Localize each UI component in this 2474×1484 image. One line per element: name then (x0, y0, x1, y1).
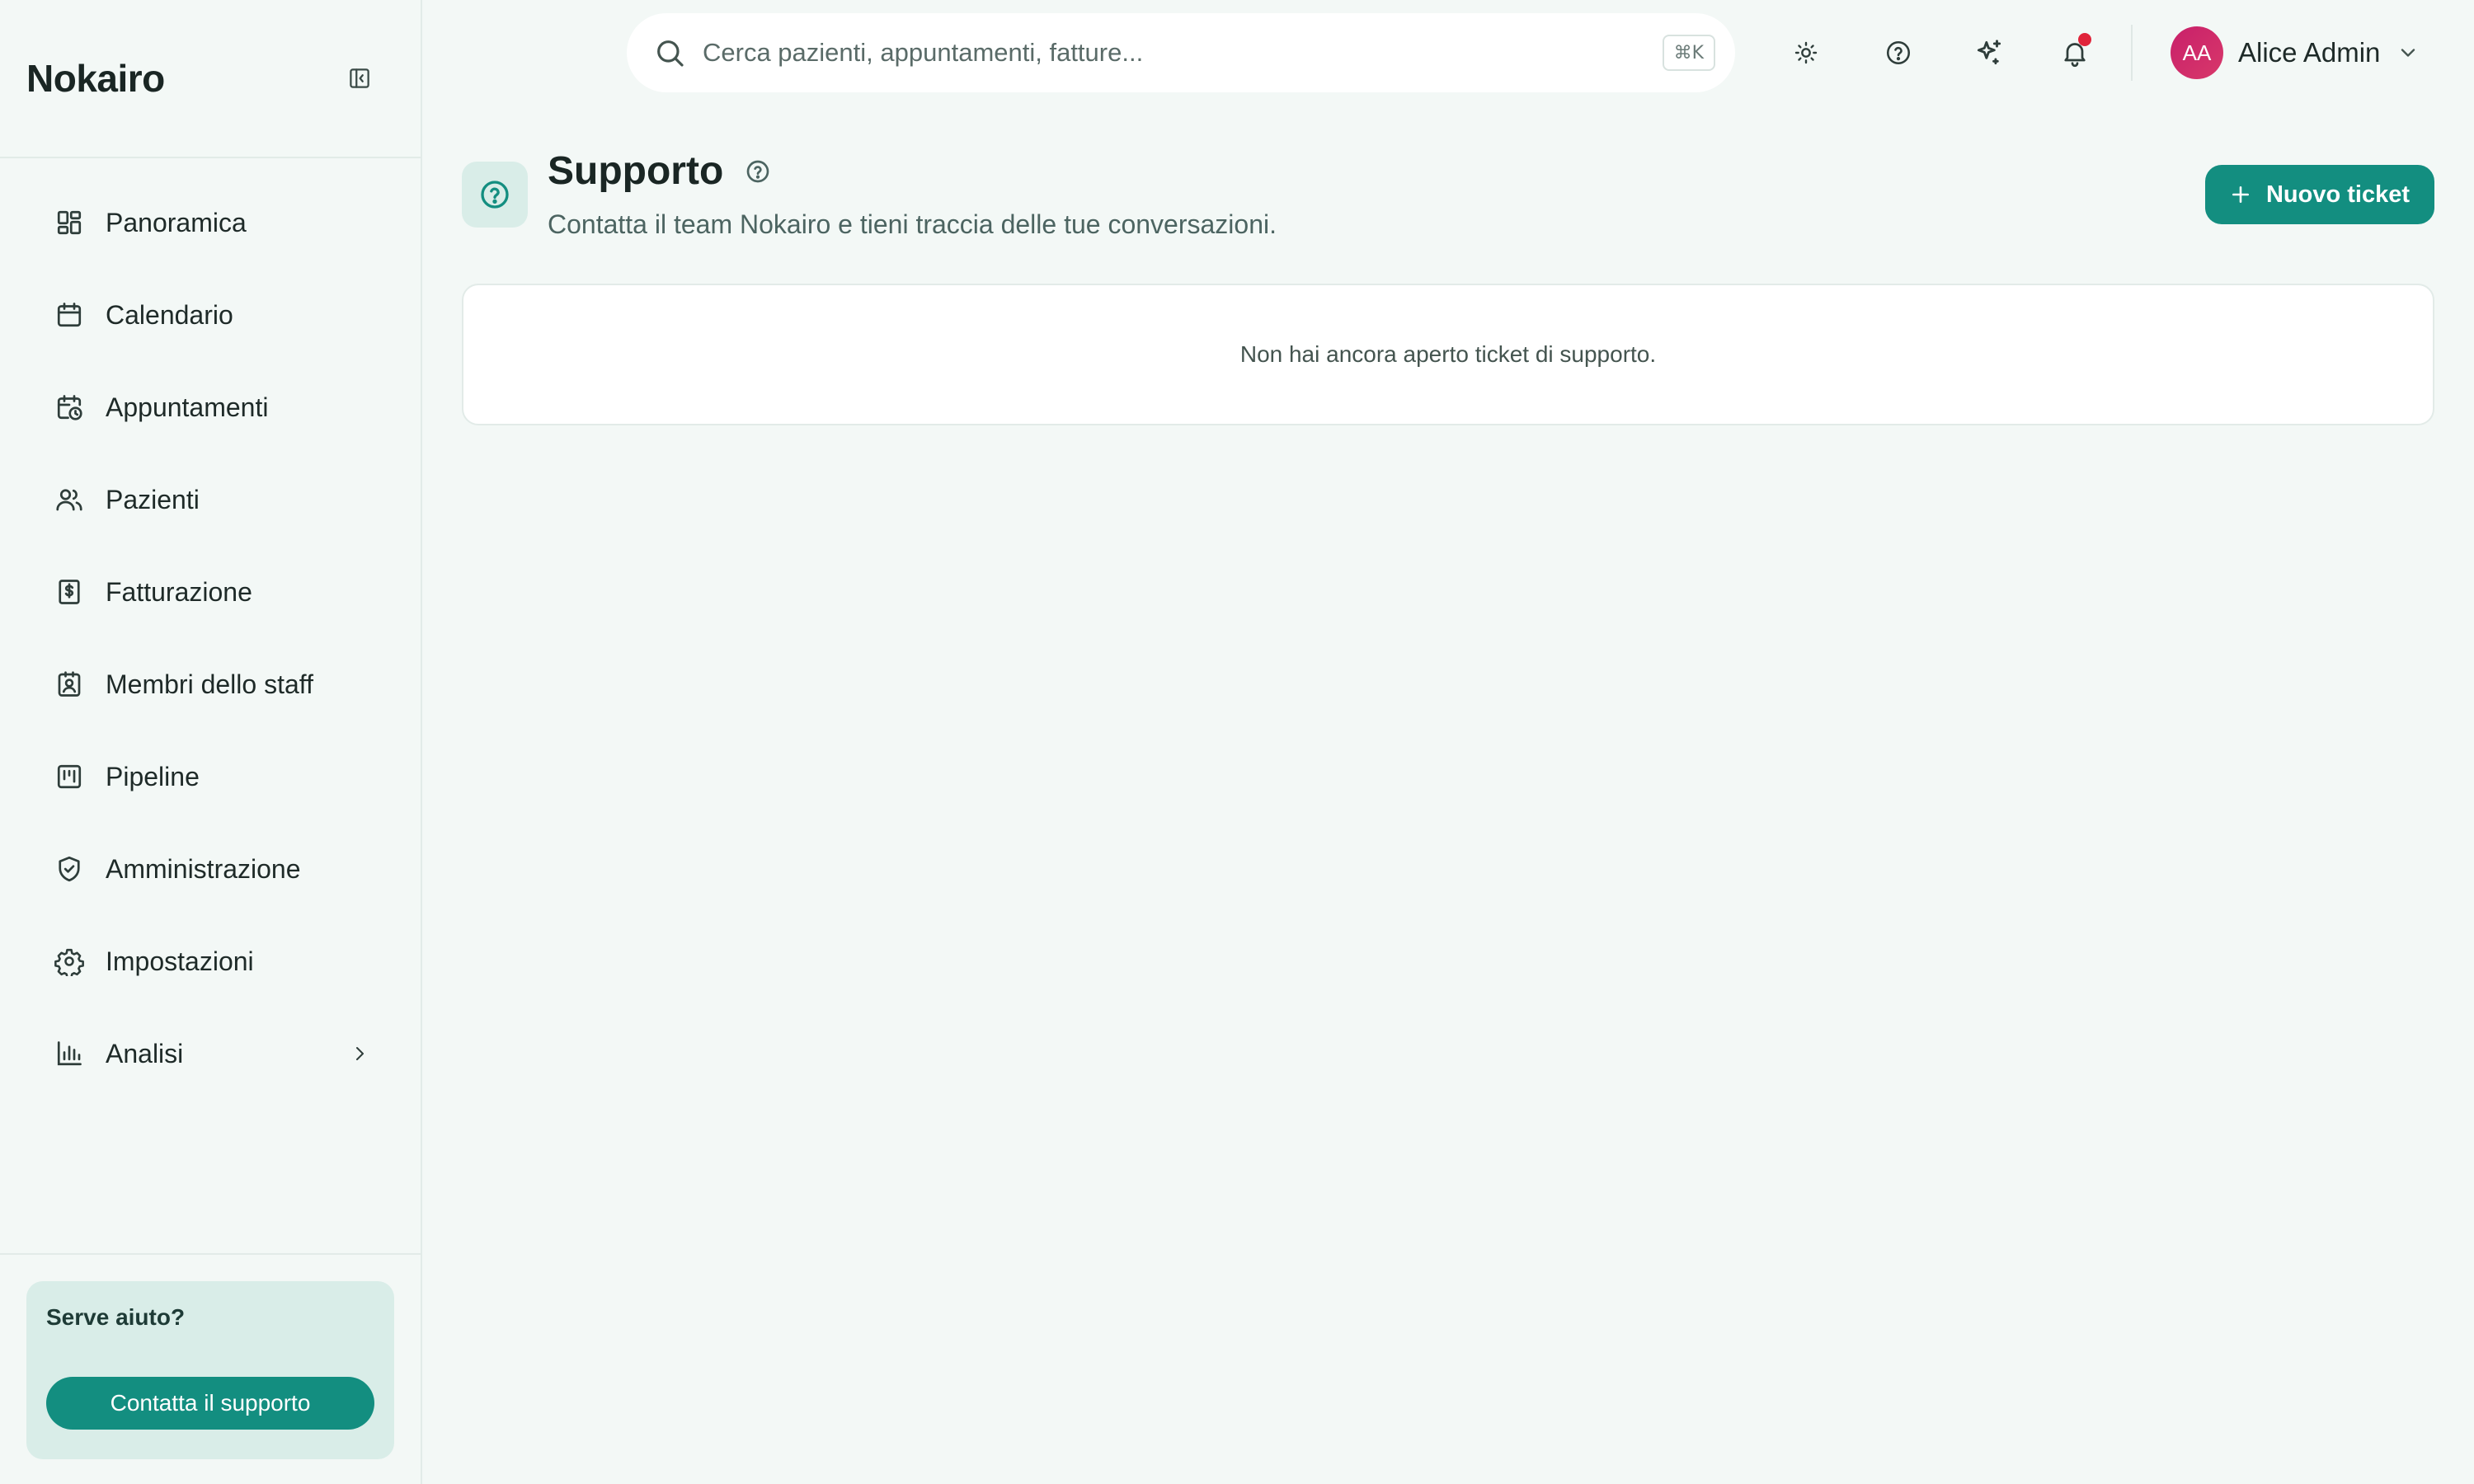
chevron-right-icon[interactable] (348, 1042, 371, 1065)
shield-check-icon (53, 852, 86, 885)
users-icon (53, 483, 86, 516)
header-divider (2131, 25, 2133, 81)
gear-icon (53, 945, 86, 978)
calendar-clock-icon (53, 391, 86, 424)
tickets-empty-card: Non hai ancora aperto ticket di supporto… (462, 284, 2434, 425)
bar-chart-icon (53, 1037, 86, 1070)
sidebar-item-appuntamenti[interactable]: Appuntamenti (0, 361, 421, 453)
notification-dot (2078, 33, 2091, 46)
brand-row: Nokairo (0, 0, 421, 158)
receipt-dollar-icon (53, 575, 86, 608)
id-badge-icon (53, 668, 86, 701)
help-button[interactable] (1875, 30, 1921, 76)
user-menu[interactable]: AA Alice Admin (2171, 25, 2420, 81)
info-help-icon[interactable] (745, 158, 771, 185)
dashboard-icon (53, 206, 86, 239)
sidebar-item-label: Pazienti (106, 484, 200, 514)
sidebar: Nokairo Panoramica Calendario Appuntamen… (0, 0, 422, 1484)
search-shortcut-badge: ⌘K (1662, 35, 1715, 71)
new-ticket-label: Nuovo ticket (2265, 181, 2411, 208)
sidebar-collapse-icon[interactable] (345, 63, 374, 93)
chevron-down-icon (2401, 49, 2415, 57)
kanban-icon (53, 760, 86, 793)
sidebar-item-calendario[interactable]: Calendario (0, 269, 421, 361)
sidebar-item-label: Impostazioni (106, 946, 254, 976)
contact-support-button[interactable]: Contatta il supporto (46, 1377, 374, 1430)
sparkles-icon (1977, 40, 2001, 65)
help-title: Serve aiuto? (46, 1304, 186, 1330)
support-page-icon (462, 162, 528, 228)
search-icon (657, 40, 684, 67)
help-section: Serve aiuto? Contatta il supporto (0, 1253, 421, 1484)
sidebar-item-label: Appuntamenti (106, 392, 269, 422)
page-title-row: Supporto (548, 148, 771, 194)
theme-toggle-button[interactable] (1783, 30, 1829, 76)
avatar: AA (2171, 26, 2223, 79)
search-bar[interactable]: ⌘K (627, 13, 1735, 92)
calendar-icon (53, 298, 86, 331)
app-logo: Nokairo (26, 57, 165, 100)
help-circle-icon (481, 181, 509, 209)
sun-icon (1794, 41, 1818, 64)
new-ticket-button[interactable]: Nuovo ticket (2205, 165, 2434, 224)
help-circle-icon (1886, 40, 1911, 65)
sidebar-item-label: Amministrazione (106, 853, 301, 884)
sidebar-item-label: Membri dello staff (106, 669, 313, 699)
sidebar-item-label: Analisi (106, 1038, 184, 1068)
sidebar-item-impostazioni[interactable]: Impostazioni (0, 915, 421, 1007)
plus-icon (2232, 186, 2249, 203)
sidebar-item-analisi[interactable]: Analisi (0, 1007, 421, 1100)
sidebar-item-label: Fatturazione (106, 576, 252, 607)
sidebar-nav: Panoramica Calendario Appuntamenti Pazie… (0, 158, 421, 1100)
sidebar-item-membri-staff[interactable]: Membri dello staff (0, 638, 421, 730)
sidebar-item-label: Pipeline (106, 761, 200, 791)
help-card: Serve aiuto? Contatta il supporto (26, 1281, 394, 1459)
sidebar-item-label: Calendario (106, 299, 233, 330)
ai-assistant-button[interactable] (1966, 30, 2012, 76)
page-title: Supporto (548, 149, 724, 193)
sidebar-item-panoramica[interactable]: Panoramica (0, 176, 421, 269)
user-name: Alice Admin (2238, 37, 2381, 68)
sidebar-item-pipeline[interactable]: Pipeline (0, 730, 421, 823)
sidebar-item-pazienti[interactable]: Pazienti (0, 453, 421, 546)
notifications-button[interactable] (2052, 30, 2098, 76)
page-subtitle: Contatta il team Nokairo e tieni traccia… (548, 209, 1277, 239)
sidebar-item-label: Panoramica (106, 207, 247, 237)
empty-state-message: Non hai ancora aperto ticket di supporto… (1239, 341, 1657, 367)
sidebar-item-amministrazione[interactable]: Amministrazione (0, 823, 421, 915)
search-input[interactable] (703, 38, 1663, 68)
sidebar-item-fatturazione[interactable]: Fatturazione (0, 546, 421, 638)
